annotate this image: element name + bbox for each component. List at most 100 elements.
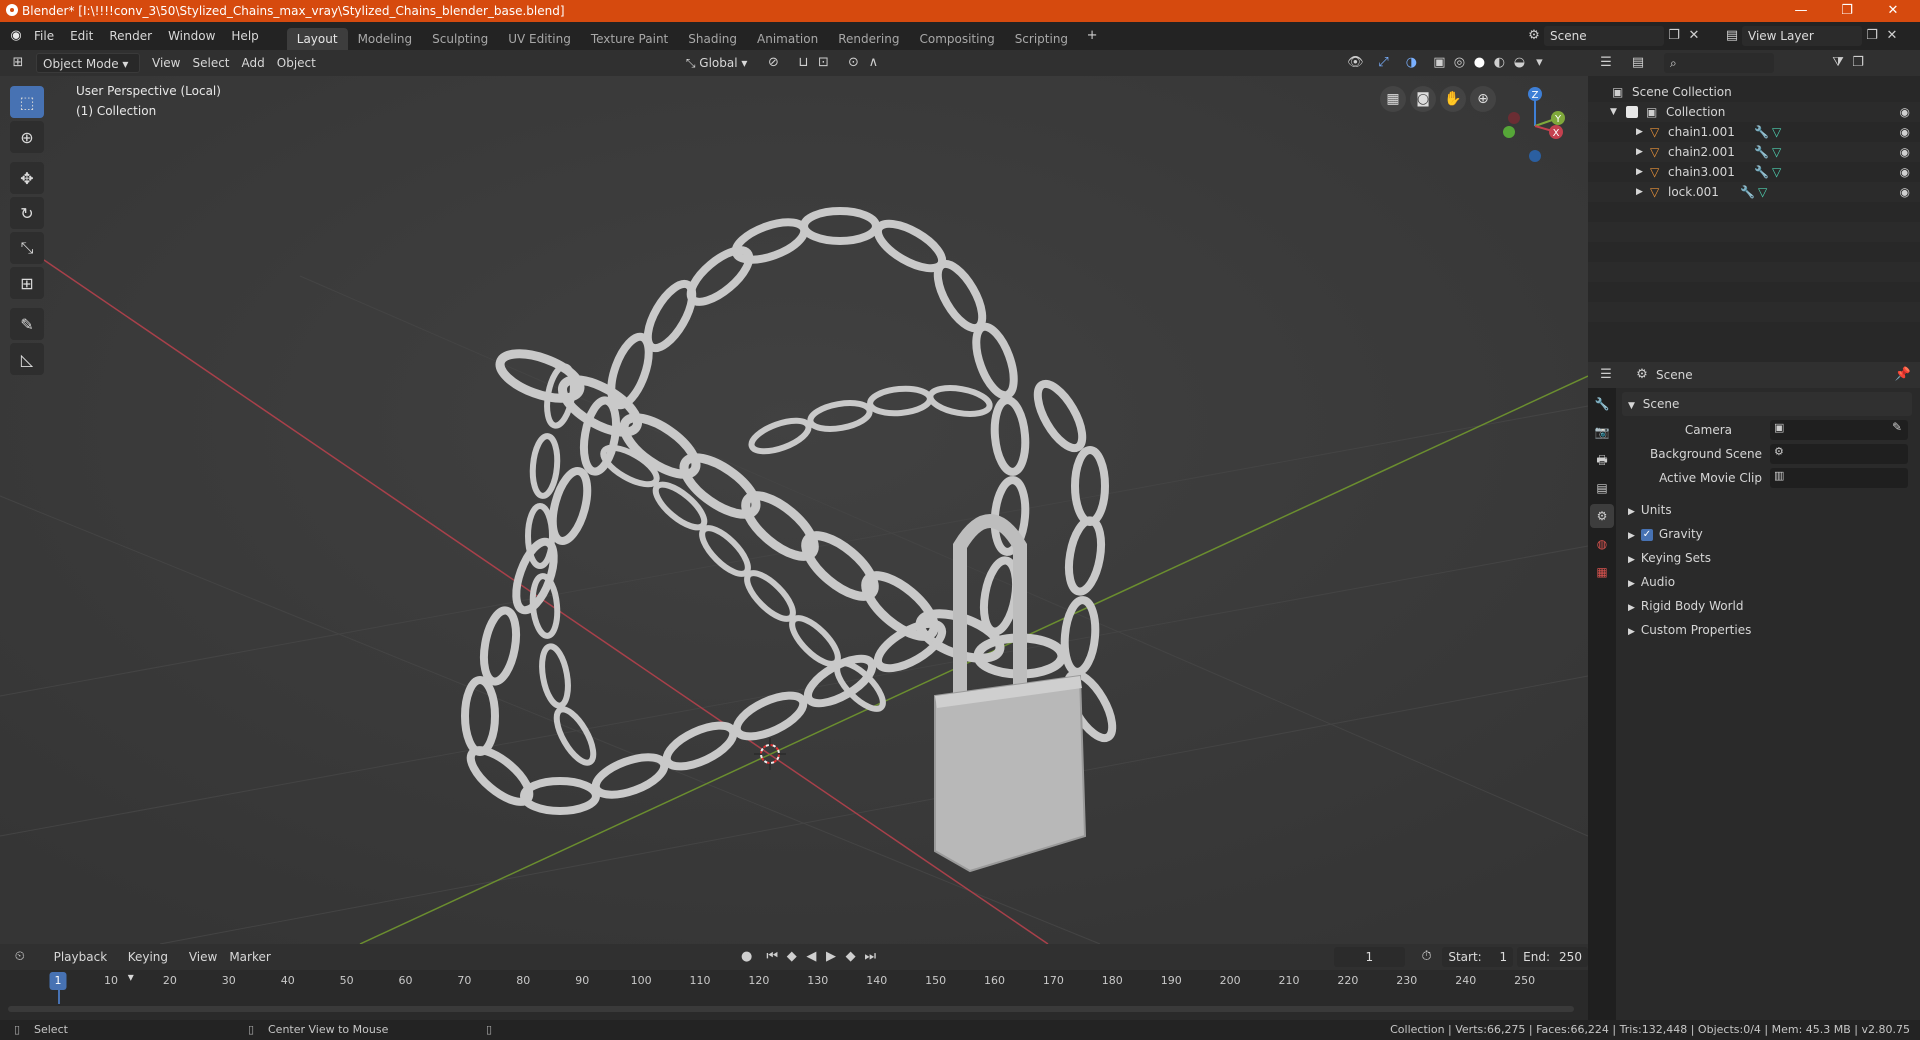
minimize-button[interactable]: — <box>1778 0 1824 22</box>
pivot-icon[interactable]: ⊘ <box>763 53 783 73</box>
properties-editor-type-icon[interactable]: ☰ <box>1596 365 1616 385</box>
new-collection-icon[interactable]: ❐ <box>1848 53 1868 73</box>
gizmo-neg-y-handle[interactable] <box>1503 126 1515 138</box>
menu-render[interactable]: Render <box>101 26 160 46</box>
render-tab-icon[interactable]: 📷 <box>1590 420 1614 444</box>
restore-button[interactable]: ❐ <box>1824 0 1870 22</box>
eyedropper-icon[interactable]: ✎ <box>1892 420 1902 434</box>
tab-texture-paint[interactable]: Texture Paint <box>581 28 678 50</box>
timeline-view-menu[interactable]: View <box>183 947 223 967</box>
menu-window[interactable]: Window <box>160 26 223 46</box>
movie-clip-field[interactable]: ▥ <box>1770 468 1908 488</box>
gizmo-toggle-icon[interactable]: ⤢ <box>1373 53 1393 73</box>
modifier-icon[interactable]: 🔧 <box>1754 162 1769 182</box>
menu-select[interactable]: Select <box>186 53 235 73</box>
mode-dropdown[interactable]: Object Mode ▾ <box>36 53 140 73</box>
visibility-icon[interactable]: 👁 <box>1345 53 1365 73</box>
display-mode-icon[interactable]: ▤ <box>1628 53 1648 73</box>
tab-rendering[interactable]: Rendering <box>828 28 909 50</box>
scene-collection-row[interactable]: ▣ Scene Collection <box>1588 82 1920 102</box>
start-frame-field[interactable]: Start: 1 <box>1442 947 1514 967</box>
editor-type-icon[interactable]: ⊞ <box>8 53 28 73</box>
scene-field[interactable]: Scene <box>1544 26 1664 46</box>
object-visibility-icon[interactable]: ◉ <box>1900 162 1910 182</box>
mesh-data-icon[interactable]: ▽ <box>1772 142 1781 162</box>
tab-compositing[interactable]: Compositing <box>909 28 1004 50</box>
collection-visibility-icon[interactable]: ◉ <box>1900 102 1910 122</box>
units-panel-header[interactable]: ▶ Units <box>1622 498 1912 522</box>
menu-edit[interactable]: Edit <box>62 26 101 46</box>
camera-field[interactable]: ▣ ✎ <box>1770 420 1908 440</box>
scale-tool[interactable]: ⤡ <box>10 232 44 264</box>
scene-tab-icon[interactable]: ⚙ <box>1590 504 1614 528</box>
tab-scripting[interactable]: Scripting <box>1005 28 1078 50</box>
custom-properties-panel-header[interactable]: ▶ Custom Properties <box>1622 618 1912 642</box>
menu-add[interactable]: Add <box>236 53 271 73</box>
background-scene-field[interactable]: ⚙ <box>1770 444 1908 464</box>
close-button[interactable]: ✕ <box>1870 0 1916 22</box>
object-visibility-icon[interactable]: ◉ <box>1900 142 1910 162</box>
timeline-editor-type-icon[interactable]: ⏲ <box>10 947 30 967</box>
outliner-item-chain1[interactable]: ▶ ▽ chain1.001 🔧 ▽ ◉ <box>1588 122 1920 142</box>
gravity-panel-header[interactable]: ▶ ✓ Gravity <box>1622 522 1912 546</box>
tab-modeling[interactable]: Modeling <box>348 28 423 50</box>
snap-icon[interactable]: ⊔ <box>793 53 813 73</box>
keying-sets-panel-header[interactable]: ▶ Keying Sets <box>1622 546 1912 570</box>
tool-tab-icon[interactable]: 🔧 <box>1590 392 1614 416</box>
menu-help[interactable]: Help <box>223 26 266 46</box>
filter-icon[interactable]: ⧩ <box>1828 53 1848 73</box>
gravity-checkbox[interactable]: ✓ <box>1640 528 1653 541</box>
new-scene-icon[interactable]: ❐ <box>1664 26 1684 46</box>
jump-start-icon[interactable]: ⏮ <box>762 947 782 967</box>
menu-object[interactable]: Object <box>271 53 322 73</box>
toggle-ortho-icon[interactable]: ▦ <box>1380 86 1406 112</box>
scene-panel-header[interactable]: ▼ Scene <box>1622 392 1912 416</box>
xray-icon[interactable]: ▣ <box>1429 53 1449 73</box>
timeline-scrollbar[interactable] <box>8 1006 1574 1012</box>
expand-arrow-icon[interactable]: ▶ <box>1636 162 1643 182</box>
annotate-tool[interactable]: ✎ <box>10 308 44 340</box>
view-layer-tab-icon[interactable]: ▤ <box>1590 476 1614 500</box>
preview-range-icon[interactable]: ⏱ <box>1417 947 1437 967</box>
modifier-icon[interactable]: 🔧 <box>1754 142 1769 162</box>
tab-shading[interactable]: Shading <box>678 28 747 50</box>
measure-tool[interactable]: ◺ <box>10 343 44 375</box>
outliner-item-lock[interactable]: ▶ ▽ lock.001 🔧 ▽ ◉ <box>1588 182 1920 202</box>
menu-file[interactable]: File <box>26 26 62 46</box>
collection-row[interactable]: ▼ ▣ Collection ◉ <box>1588 102 1920 122</box>
rotate-tool[interactable]: ↻ <box>10 197 44 229</box>
blender-menu-icon[interactable]: ◉ <box>6 26 26 46</box>
transform-tool[interactable]: ⊞ <box>10 267 44 299</box>
output-tab-icon[interactable]: 🖶 <box>1590 448 1614 472</box>
tab-layout[interactable]: Layout <box>286 28 348 50</box>
tab-sculpting[interactable]: Sculpting <box>422 28 498 50</box>
tab-uv-editing[interactable]: UV Editing <box>498 28 581 50</box>
jump-end-icon[interactable]: ⏭ <box>860 947 880 967</box>
add-workspace-icon[interactable]: + <box>1082 26 1102 46</box>
delete-view-layer-icon[interactable]: ✕ <box>1882 26 1902 46</box>
modifier-icon[interactable]: 🔧 <box>1754 122 1769 142</box>
wireframe-shading-icon[interactable]: ◎ <box>1449 53 1469 73</box>
select-box-tool[interactable]: ⬚ <box>10 86 44 118</box>
3d-viewport[interactable]: Z Y X ⬚ ⊕ ✥ ↻ ⤡ ⊞ ✎ ◺ User Perspective (… <box>0 76 1588 944</box>
world-tab-icon[interactable]: ◍ <box>1590 532 1614 556</box>
new-view-layer-icon[interactable]: ❐ <box>1862 26 1882 46</box>
delete-scene-icon[interactable]: ✕ <box>1684 26 1704 46</box>
gizmo-neg-x-handle[interactable] <box>1508 112 1520 124</box>
mesh-data-icon[interactable]: ▽ <box>1758 182 1767 202</box>
falloff-icon[interactable]: ∧ <box>863 53 883 73</box>
rigid-body-world-panel-header[interactable]: ▶ Rigid Body World <box>1622 594 1912 618</box>
collection-checkbox[interactable] <box>1626 106 1638 118</box>
outliner-item-chain2[interactable]: ▶ ▽ chain2.001 🔧 ▽ ◉ <box>1588 142 1920 162</box>
current-frame-marker[interactable]: 1 <box>49 972 67 990</box>
keying-menu[interactable]: Keying ▾ <box>122 947 183 984</box>
play-icon[interactable]: ▶ <box>821 947 841 967</box>
mesh-data-icon[interactable]: ▽ <box>1772 162 1781 182</box>
play-reverse-icon[interactable]: ◀ <box>802 947 822 967</box>
frame-ruler[interactable]: 1 10 20 30 40 50 60 70 80 90 100 110 120 130 140 150 160… <box>10 972 1580 1004</box>
orientation-dropdown[interactable]: ⤡ Global ▾ <box>680 53 754 73</box>
camera-view-icon[interactable]: ◙ <box>1410 86 1436 112</box>
solid-shading-icon[interactable]: ● <box>1469 53 1489 73</box>
outliner-item-chain3[interactable]: ▶ ▽ chain3.001 🔧 ▽ ◉ <box>1588 162 1920 182</box>
view-layer-icon[interactable]: ▤ <box>1722 26 1742 46</box>
